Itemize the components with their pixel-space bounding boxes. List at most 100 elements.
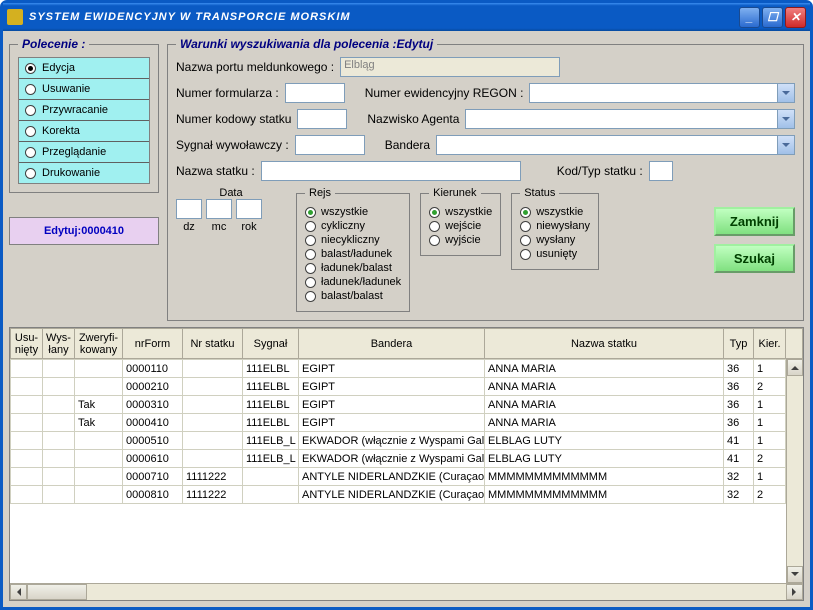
bandera-combo[interactable]	[436, 135, 795, 155]
status-option[interactable]: wysłany	[520, 233, 590, 247]
data-rok-input[interactable]	[236, 199, 262, 219]
rejs-option[interactable]: balast/ładunek	[305, 247, 401, 261]
cell	[183, 450, 243, 468]
cell	[11, 468, 43, 486]
option-label: wysłany	[536, 234, 575, 246]
option-label: balast/balast	[321, 290, 383, 302]
cell	[11, 396, 43, 414]
cell: 111ELB_L	[243, 432, 299, 450]
status-option[interactable]: usunięty	[520, 247, 590, 261]
polecenie-option[interactable]: Przywracanie	[19, 100, 149, 121]
sygnal-input[interactable]	[295, 135, 365, 155]
results-grid[interactable]: Usu-niętyWys-łanyZweryfi-kowanynrFormNr …	[9, 327, 804, 601]
kierunek-option[interactable]: wyjście	[429, 233, 492, 247]
option-label: wszystkie	[536, 206, 583, 218]
option-label: Edycja	[42, 62, 75, 74]
kierunek-option[interactable]: wszystkie	[429, 205, 492, 219]
chevron-down-icon[interactable]	[777, 84, 794, 102]
minimize-button[interactable]: _	[739, 7, 760, 28]
cell	[183, 396, 243, 414]
table-row[interactable]: 00007101111222ANTYLE NIDERLANDZKIE (Cura…	[11, 468, 803, 486]
table-row[interactable]: 0000610111ELB_LEKWADOR (włącznie z Wyspa…	[11, 450, 803, 468]
scroll-right-button[interactable]	[786, 584, 803, 600]
edit-status-box: Edytuj:0000410	[9, 217, 159, 245]
cell: 1	[754, 396, 786, 414]
regon-combo[interactable]	[529, 83, 795, 103]
rejs-option[interactable]: cykliczny	[305, 219, 401, 233]
nazwa-statku-input[interactable]	[261, 161, 521, 181]
option-label: niewysłany	[536, 220, 590, 232]
table-row[interactable]: Tak0000310111ELBLEGIPTANNA MARIA361	[11, 396, 803, 414]
scroll-thumb[interactable]	[27, 584, 87, 600]
column-header[interactable]: Nr statku	[183, 329, 243, 359]
rejs-option[interactable]: wszystkie	[305, 205, 401, 219]
horizontal-scrollbar[interactable]	[10, 583, 803, 600]
option-label: usunięty	[536, 248, 577, 260]
column-header[interactable]: Usu-nięty	[11, 329, 43, 359]
chevron-down-icon[interactable]	[777, 136, 794, 154]
regon-label: Numer ewidencyjny REGON :	[365, 86, 524, 100]
numer-form-input[interactable]	[285, 83, 345, 103]
option-label: wejście	[445, 220, 481, 232]
chevron-down-icon[interactable]	[777, 110, 794, 128]
scroll-left-button[interactable]	[10, 584, 27, 600]
rejs-option[interactable]: ładunek/ładunek	[305, 275, 401, 289]
column-header[interactable]: Nazwa statku	[485, 329, 724, 359]
cell: Tak	[75, 396, 123, 414]
rejs-option[interactable]: ładunek/balast	[305, 261, 401, 275]
polecenie-option[interactable]: Edycja	[19, 58, 149, 79]
cell	[11, 378, 43, 396]
radio-icon	[305, 263, 316, 274]
kierunek-option[interactable]: wejście	[429, 219, 492, 233]
polecenie-option[interactable]: Drukowanie	[19, 163, 149, 183]
cell: 111ELBL	[243, 396, 299, 414]
bandera-label: Bandera	[385, 138, 430, 152]
data-mc-input[interactable]	[206, 199, 232, 219]
data-dz-input[interactable]	[176, 199, 202, 219]
radio-icon	[429, 207, 440, 218]
agent-combo[interactable]	[465, 109, 795, 129]
szukaj-button[interactable]: Szukaj	[714, 244, 795, 273]
table-row[interactable]: 0000210111ELBLEGIPTANNA MARIA362	[11, 378, 803, 396]
rejs-option[interactable]: niecykliczny	[305, 233, 401, 247]
polecenie-option[interactable]: Usuwanie	[19, 79, 149, 100]
close-button[interactable]: ✕	[785, 7, 806, 28]
table-row[interactable]: 0000110111ELBLEGIPTANNA MARIA361	[11, 360, 803, 378]
cell: ANNA MARIA	[485, 396, 724, 414]
radio-icon	[305, 207, 316, 218]
maximize-button[interactable]: ☐	[762, 7, 783, 28]
column-header[interactable]: Zweryfi-kowany	[75, 329, 123, 359]
cell: 36	[724, 414, 754, 432]
vertical-scrollbar[interactable]	[786, 359, 803, 583]
column-header[interactable]: Bandera	[299, 329, 485, 359]
column-header[interactable]: Kier.	[754, 329, 786, 359]
polecenie-option[interactable]: Korekta	[19, 121, 149, 142]
scroll-up-button[interactable]	[787, 359, 803, 376]
option-label: Przywracanie	[42, 104, 108, 116]
cell: 2	[754, 378, 786, 396]
status-option[interactable]: niewysłany	[520, 219, 590, 233]
option-label: wszystkie	[321, 206, 368, 218]
zamknij-button[interactable]: Zamknij	[714, 207, 795, 236]
table-row[interactable]: Tak0000410111ELBLEGIPTANNA MARIA361	[11, 414, 803, 432]
cell	[43, 468, 75, 486]
status-option[interactable]: wszystkie	[520, 205, 590, 219]
cell	[243, 468, 299, 486]
rejs-option[interactable]: balast/balast	[305, 289, 401, 303]
column-header[interactable]: Typ	[724, 329, 754, 359]
kodtyp-input[interactable]	[649, 161, 673, 181]
polecenie-option[interactable]: Przeglądanie	[19, 142, 149, 163]
radio-icon	[520, 221, 531, 232]
table-row[interactable]: 0000510111ELB_LEKWADOR (włącznie z Wyspa…	[11, 432, 803, 450]
cell: 0000710	[123, 468, 183, 486]
table-row[interactable]: 00008101111222ANTYLE NIDERLANDZKIE (Cura…	[11, 486, 803, 504]
cell: EGIPT	[299, 414, 485, 432]
window-title: SYSTEM EWIDENCYJNY W TRANSPORCIE MORSKIM	[29, 11, 737, 23]
scroll-down-button[interactable]	[787, 566, 803, 583]
column-header[interactable]: nrForm	[123, 329, 183, 359]
column-header[interactable]: Sygnał	[243, 329, 299, 359]
cell	[43, 450, 75, 468]
column-header[interactable]: Wys-łany	[43, 329, 75, 359]
radio-icon	[520, 235, 531, 246]
kodowy-input[interactable]	[297, 109, 347, 129]
